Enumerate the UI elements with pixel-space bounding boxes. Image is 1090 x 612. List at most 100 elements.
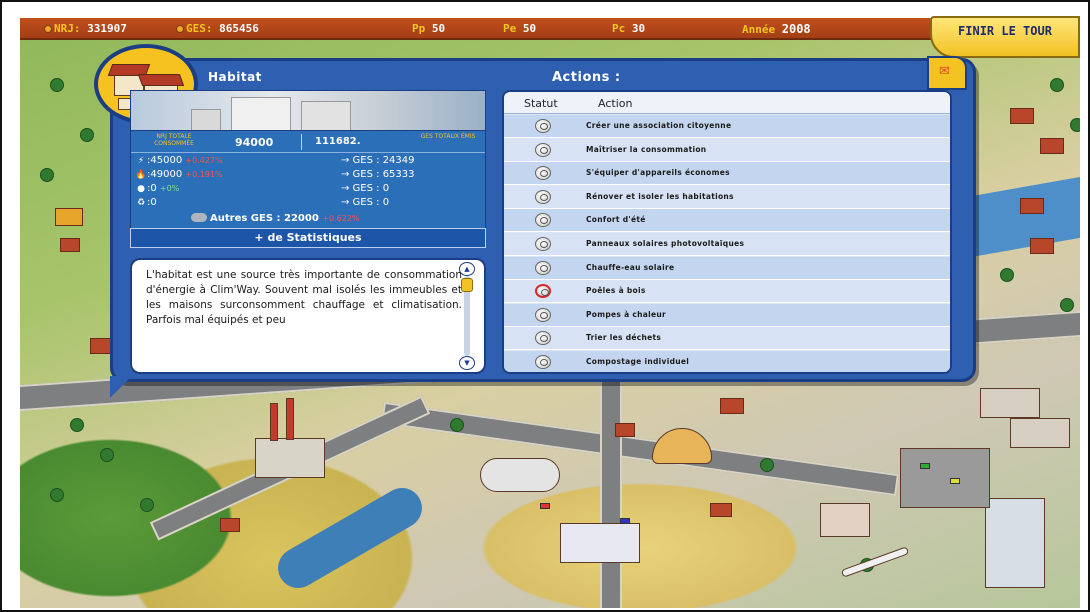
action-row[interactable]: Rénover et isoler les habitations bbox=[504, 185, 950, 209]
action-row[interactable]: Créer une association citoyenne bbox=[504, 115, 950, 138]
nrj-total-label: NRJ TOTALE CONSOMMÉE bbox=[154, 133, 194, 147]
scroll-down-button[interactable]: ▼ bbox=[459, 356, 475, 370]
house bbox=[220, 518, 240, 532]
factory bbox=[255, 438, 325, 478]
more-statistics-button[interactable]: + de Statistiques bbox=[130, 228, 486, 248]
tree bbox=[760, 458, 774, 472]
house bbox=[55, 208, 83, 226]
action-label: Panneaux solaires photovoltaïques bbox=[586, 239, 745, 248]
status-icon[interactable] bbox=[535, 355, 551, 369]
tree bbox=[100, 448, 114, 462]
action-row[interactable]: Trier les déchets bbox=[504, 327, 950, 351]
status-icon[interactable] bbox=[535, 213, 551, 228]
ges-stat-value: → GES : 0 bbox=[341, 197, 390, 208]
ges-value: 865456 bbox=[219, 22, 259, 35]
status-column-header: Statut bbox=[524, 97, 558, 110]
oil-drop-icon: ● bbox=[137, 184, 145, 194]
tree bbox=[1050, 78, 1064, 92]
house bbox=[720, 398, 744, 414]
action-row[interactable]: Confort d'été bbox=[504, 209, 950, 233]
ges-counter: GES: 865456 bbox=[176, 22, 259, 35]
scroll-up-button[interactable]: ▲ bbox=[459, 262, 475, 276]
apartment-building bbox=[820, 503, 870, 537]
action-row[interactable]: S'équiper d'appareils économes bbox=[504, 162, 950, 186]
ges-stat-value: → GES : 0 bbox=[341, 183, 390, 194]
car bbox=[950, 478, 960, 484]
status-bar: NRJ: 331907 GES: 865456 Pp 50 Pe 50 Pc 3… bbox=[20, 16, 1080, 58]
ges-label: GES: bbox=[186, 22, 213, 35]
energy-stat-value: :0 bbox=[147, 183, 157, 194]
other-ges-pct: +0.622% bbox=[322, 214, 360, 223]
action-label: Rénover et isoler les habitations bbox=[586, 191, 734, 201]
status-icon[interactable] bbox=[535, 189, 551, 204]
pp-counter: Pp 50 bbox=[412, 22, 445, 35]
action-label: Poêles à bois bbox=[586, 286, 646, 296]
screenshot-frame: NRJ: 331907 GES: 865456 Pp 50 Pe 50 Pc 3… bbox=[0, 0, 1090, 612]
energy-stat-value: :45000 bbox=[147, 155, 183, 166]
action-label: S'équiper d'appareils économes bbox=[586, 168, 730, 178]
status-icon[interactable] bbox=[535, 142, 551, 157]
envelope-icon: ✉ bbox=[939, 64, 950, 79]
nrj-value: 331907 bbox=[87, 22, 127, 35]
action-label: Pompes à chaleur bbox=[586, 309, 667, 319]
ges-total-label: GES TOTAUX ÉMIS bbox=[420, 133, 476, 140]
action-label: Confort d'été bbox=[586, 215, 646, 225]
energy-stat-row: 🔥:49000 +0.191% bbox=[135, 169, 223, 181]
action-row[interactable]: Maîtriser la consommation bbox=[504, 138, 950, 162]
status-icon[interactable] bbox=[535, 119, 551, 133]
pp-label: Pp bbox=[412, 22, 426, 35]
tree bbox=[1060, 298, 1074, 312]
energy-stat-change: +0.191% bbox=[185, 170, 223, 179]
car bbox=[540, 503, 550, 509]
action-row[interactable]: Pompes à chaleur bbox=[504, 303, 950, 327]
description-box: L'habitat est une source très importante… bbox=[130, 258, 486, 374]
end-turn-button[interactable]: FINIR LE TOUR bbox=[930, 16, 1080, 58]
action-label: Compostage individuel bbox=[586, 357, 690, 366]
status-icon[interactable] bbox=[535, 166, 551, 181]
status-icon[interactable] bbox=[535, 307, 551, 322]
airplane bbox=[840, 546, 910, 578]
energy-stat-change: +0.427% bbox=[185, 156, 223, 165]
pe-label: Pe bbox=[503, 22, 517, 35]
house bbox=[1040, 138, 1064, 154]
energy-stat-row: ♻:0 bbox=[135, 197, 157, 209]
mail-button[interactable]: ✉ bbox=[927, 56, 967, 90]
road bbox=[380, 401, 900, 497]
year-value: 2008 bbox=[781, 22, 811, 36]
cloud-icon bbox=[191, 213, 207, 222]
ges-stat-value: → GES : 65333 bbox=[341, 169, 415, 180]
energy-stat-value: :0 bbox=[147, 197, 157, 208]
energy-coin-icon bbox=[44, 25, 52, 33]
action-row[interactable]: Panneaux solaires photovoltaïques bbox=[504, 233, 950, 256]
action-row[interactable]: Poêles à bois bbox=[504, 280, 950, 304]
actions-list: Statut Action Créer une association cito… bbox=[502, 90, 952, 374]
house bbox=[1020, 198, 1044, 214]
action-row[interactable]: Compostage individuel bbox=[504, 351, 950, 372]
pe-counter: Pe 50 bbox=[503, 22, 536, 35]
status-icon[interactable] bbox=[535, 331, 551, 346]
year-label: Année bbox=[742, 23, 776, 36]
nrj-label: NRJ: bbox=[54, 22, 81, 35]
energy-stat-change: +0% bbox=[159, 184, 180, 193]
energy-stat-row: ●:0 +0% bbox=[135, 183, 179, 195]
river bbox=[270, 480, 430, 596]
habitat-photo bbox=[130, 90, 486, 132]
year-counter: Année 2008 bbox=[742, 22, 811, 36]
energy-stat-value: :49000 bbox=[147, 169, 183, 180]
tree bbox=[80, 128, 94, 142]
tree bbox=[50, 488, 64, 502]
status-icon[interactable] bbox=[535, 237, 551, 251]
factory-chimney bbox=[286, 398, 294, 440]
status-icon[interactable] bbox=[535, 260, 551, 275]
scroll-thumb[interactable] bbox=[461, 278, 473, 292]
pc-label: Pc bbox=[612, 22, 626, 35]
pc-value: 30 bbox=[631, 22, 646, 35]
description-scrollbar[interactable]: ▲ ▼ bbox=[458, 262, 476, 370]
panel-title: Habitat bbox=[208, 70, 262, 84]
action-row[interactable]: Chauffe-eau solaire bbox=[504, 256, 950, 280]
ges-coin-icon bbox=[176, 25, 184, 33]
supermarket bbox=[560, 523, 640, 563]
stadium bbox=[480, 458, 560, 492]
status-active-icon[interactable] bbox=[535, 284, 551, 299]
ges-total-value: 111682. bbox=[315, 136, 361, 147]
